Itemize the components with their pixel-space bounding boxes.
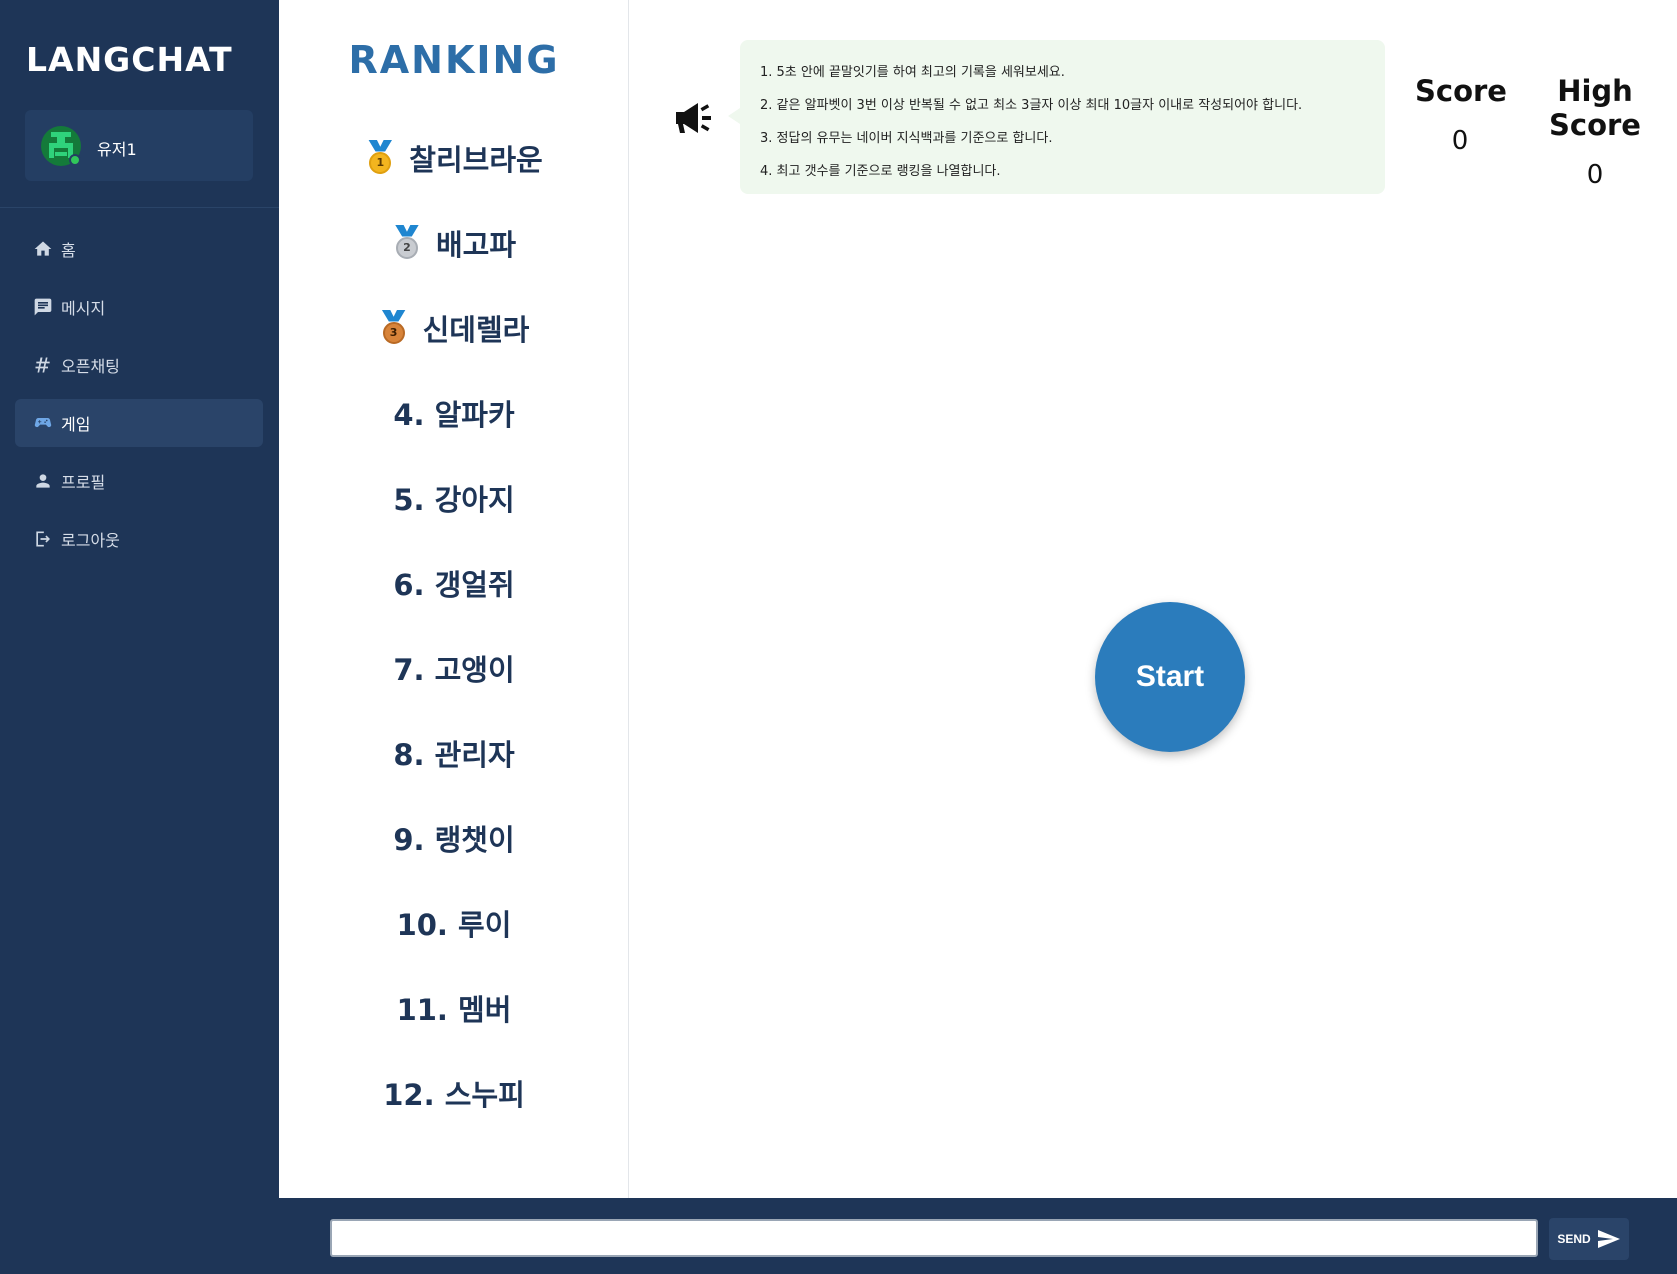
ranking-entry-name: 찰리브라운 xyxy=(409,142,543,177)
gold-medal-icon: 1 xyxy=(365,139,395,176)
brand-logo[interactable]: LANGCHAT xyxy=(26,40,233,79)
start-button[interactable]: Start xyxy=(1095,602,1245,752)
ranking-panel: RANKING 1 찰리브라운 2 배고파 3 신데렐라 4. 알파카 5. 강… xyxy=(279,0,629,1198)
send-button[interactable]: SEND xyxy=(1549,1218,1629,1260)
logout-icon xyxy=(33,529,53,549)
score-display: Score 0 xyxy=(1415,74,1507,156)
sidebar-item-logout[interactable]: 로그아웃 xyxy=(15,515,263,563)
ranking-entry: 1 찰리브라운 xyxy=(279,115,629,200)
megaphone-icon xyxy=(676,103,711,133)
user-name: 유저1 xyxy=(97,140,137,159)
ranking-entry: 4. 알파카 xyxy=(393,397,515,432)
sidebar-divider xyxy=(0,207,279,208)
gamepad-icon xyxy=(33,413,53,433)
sidebar: LANGCHAT 유저1 홈 메시지 오픈채팅 게임 프로필 로그아웃 xyxy=(0,0,279,1274)
score-value: 0 xyxy=(1451,126,1469,156)
ranking-entry: 5. 강아지 xyxy=(393,482,515,517)
ranking-entry: 11. 멤버 xyxy=(396,992,512,1027)
chat-bar: SEND xyxy=(279,1198,1677,1274)
rule-text: 1. 5초 안에 끝말잇기를 하여 최고의 기록을 세워보세요. xyxy=(760,65,1065,80)
rule-text: 2. 같은 알파벳이 3번 이상 반복될 수 없고 최소 3글자 이상 최대 1… xyxy=(760,98,1303,113)
sidebar-item-label: 로그아웃 xyxy=(61,531,120,550)
rules-notice: 1. 5초 안에 끝말잇기를 하여 최고의 기록을 세워보세요. 2. 같은 알… xyxy=(728,40,1385,194)
sidebar-item-game[interactable]: 게임 xyxy=(15,399,263,447)
bronze-medal-icon: 3 xyxy=(379,309,409,346)
sidebar-nav: 홈 메시지 오픈채팅 게임 프로필 로그아웃 xyxy=(15,225,263,573)
ranking-title: RANKING xyxy=(348,38,560,82)
home-icon xyxy=(33,239,53,259)
ranking-entry-name: 배고파 xyxy=(435,227,517,262)
person-icon xyxy=(33,471,53,491)
online-status-dot xyxy=(69,154,81,166)
silver-medal-icon: 2 xyxy=(392,224,422,261)
high-score-display: High Score 0 xyxy=(1515,74,1675,190)
sidebar-item-label: 메시지 xyxy=(61,299,106,318)
sidebar-item-label: 오픈채팅 xyxy=(61,357,120,376)
app-root: LANGCHAT 유저1 홈 메시지 오픈채팅 게임 프로필 로그아웃 RANK… xyxy=(0,0,1677,1274)
ranking-list: 1 찰리브라운 2 배고파 3 신데렐라 4. 알파카 5. 강아지 6. 갱얼… xyxy=(279,115,629,1135)
ranking-entry: 10. 루이 xyxy=(396,907,512,942)
score-label: Score xyxy=(1415,74,1507,108)
ranking-entry: 8. 관리자 xyxy=(393,737,515,772)
sidebar-item-messages[interactable]: 메시지 xyxy=(15,283,263,331)
high-score-label: High Score xyxy=(1549,74,1641,142)
ranking-entry: 12. 스누피 xyxy=(383,1077,525,1112)
message-icon xyxy=(33,297,53,317)
sidebar-item-openchat[interactable]: 오픈채팅 xyxy=(15,341,263,389)
send-icon xyxy=(1597,1230,1620,1248)
chat-input[interactable] xyxy=(330,1219,1538,1257)
send-button-label: SEND xyxy=(1557,1232,1591,1246)
ranking-entry: 2 배고파 xyxy=(279,200,629,285)
sidebar-item-home[interactable]: 홈 xyxy=(15,225,263,273)
ranking-entry: 9. 랭챗이 xyxy=(393,822,515,857)
ranking-entry: 3 신데렐라 xyxy=(279,285,629,370)
hash-icon xyxy=(33,355,53,375)
high-score-value: 0 xyxy=(1586,160,1604,190)
ranking-entry: 7. 고앵이 xyxy=(393,652,515,687)
sidebar-item-profile[interactable]: 프로필 xyxy=(15,457,263,505)
sidebar-item-label: 게임 xyxy=(61,415,91,434)
sidebar-item-label: 프로필 xyxy=(61,473,106,492)
sidebar-item-label: 홈 xyxy=(61,241,76,260)
user-card[interactable]: 유저1 xyxy=(25,110,253,181)
ranking-entry-name: 신데렐라 xyxy=(422,312,530,347)
rule-text: 4. 최고 갯수를 기준으로 랭킹을 나열합니다. xyxy=(760,164,1001,179)
rule-text: 3. 정답의 유무는 네이버 지식백과를 기준으로 합니다. xyxy=(760,131,1053,146)
game-area: 1. 5초 안에 끝말잇기를 하여 최고의 기록을 세워보세요. 2. 같은 알… xyxy=(630,0,1677,1198)
ranking-entry: 6. 갱얼쥐 xyxy=(393,567,515,602)
